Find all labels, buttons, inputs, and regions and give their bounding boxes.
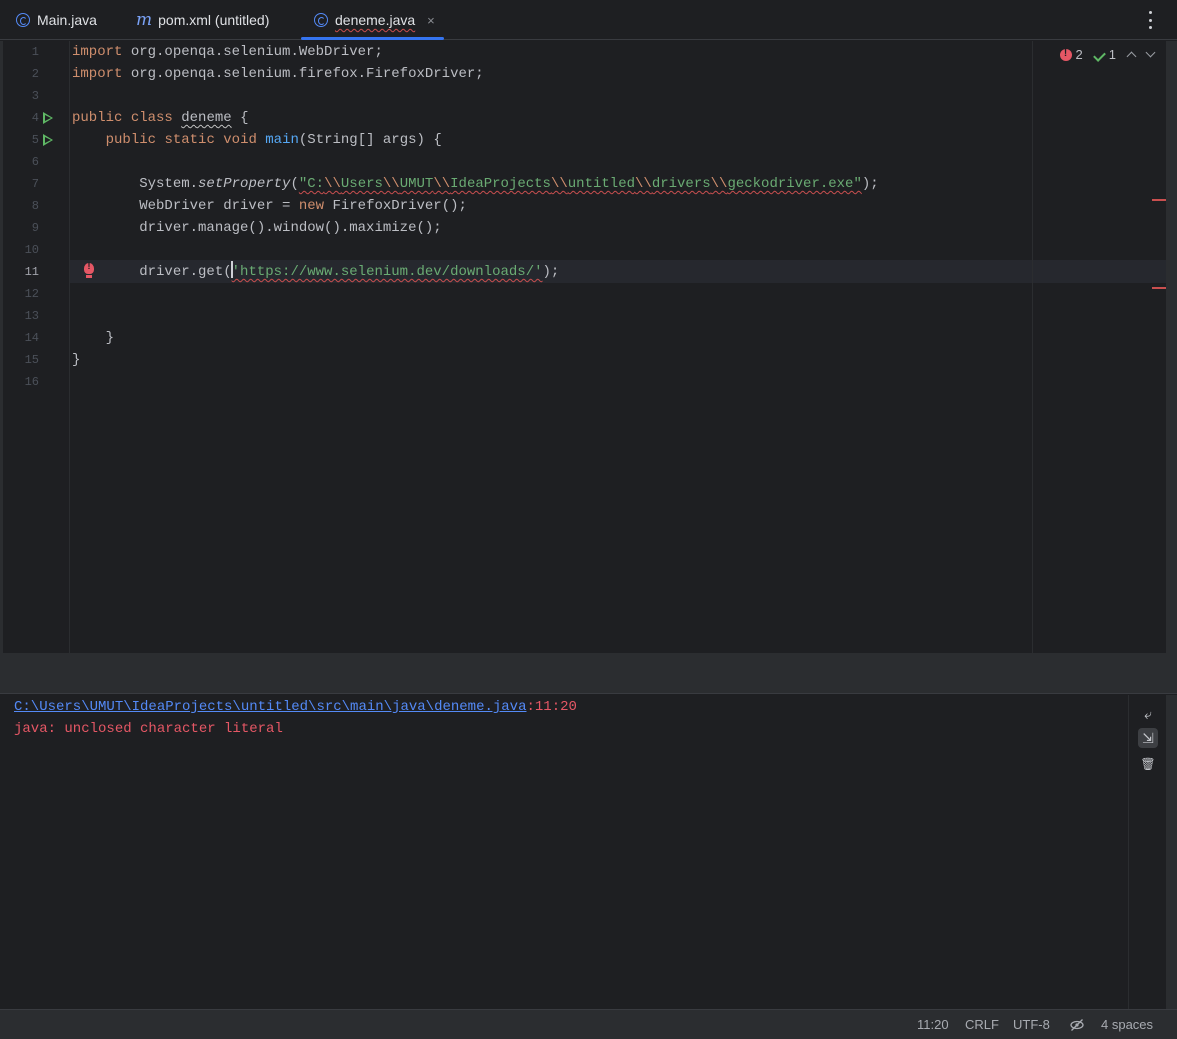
tab-main-java[interactable]: Main.java <box>16 0 97 40</box>
indent-setting[interactable]: 4 spaces <box>1101 1017 1153 1032</box>
output-toolbar: ⤶ ⇲ 🗑 <box>1128 695 1166 1009</box>
output-scrollbar[interactable] <box>1166 695 1177 1009</box>
line-number: 9 <box>31 221 39 235</box>
line-number-current: 11 <box>24 265 39 279</box>
code-content: import org.openqa.selenium.WebDriver; im… <box>72 41 879 368</box>
editor-gutter: 1 2 3 4 5 6 7 8 9 10 11 12 13 14 15 16 <box>0 41 94 653</box>
code-line-2: import org.openqa.selenium.firefox.Firef… <box>72 66 484 82</box>
line-number: 13 <box>24 309 39 323</box>
code-line-5: public static void main(String[] args) { <box>105 132 442 148</box>
scroll-to-end-icon[interactable]: ⇲ <box>1138 728 1158 748</box>
code-editor[interactable]: 1 2 3 4 5 6 7 8 9 10 11 12 13 14 15 16 i… <box>0 41 1166 653</box>
previous-highlight-icon[interactable] <box>1126 51 1137 62</box>
output-line-message: java: unclosed character literal <box>14 718 283 740</box>
editor-vertical-scrollbar[interactable] <box>1166 41 1177 653</box>
line-separator[interactable]: CRLF <box>965 1017 999 1032</box>
line-number: 12 <box>24 287 39 301</box>
inspection-widget[interactable]: 2 1 <box>1059 47 1156 62</box>
weak-warning-count: 1 <box>1108 47 1116 62</box>
tab-label: Main.java <box>37 12 97 28</box>
close-tab-icon[interactable]: × <box>427 13 435 28</box>
more-options-icon[interactable] <box>1149 11 1153 29</box>
code-line-9: driver.manage().window().maximize(); <box>139 220 442 236</box>
right-margin-guide <box>1032 41 1033 653</box>
code-line-4: public class deneme { <box>72 110 249 126</box>
soft-wrap-icon[interactable]: ⤶ <box>1138 704 1158 724</box>
run-class-icon[interactable] <box>43 112 53 124</box>
maven-icon: m <box>136 10 153 30</box>
caret-position[interactable]: 11:20 <box>917 1017 949 1032</box>
code-line-7: System.setProperty("C:\\Users\\UMUT\\Ide… <box>139 176 879 192</box>
error-stripe-marker[interactable] <box>1152 199 1166 201</box>
line-number: 15 <box>24 353 39 367</box>
line-number: 14 <box>24 331 39 345</box>
clear-all-icon[interactable]: 🗑 <box>1138 754 1158 774</box>
line-number: 2 <box>31 67 39 81</box>
line-number: 10 <box>24 243 39 257</box>
tab-label: pom.xml (untitled) <box>158 12 270 28</box>
output-line-path: C:\Users\UMUT\IdeaProjects\untitled\src\… <box>14 696 577 718</box>
code-line-15: } <box>72 352 81 368</box>
java-class-icon <box>16 13 30 27</box>
error-count: 2 <box>1075 47 1083 62</box>
java-class-icon <box>314 13 328 27</box>
line-number: 6 <box>31 155 39 169</box>
weak-warning-check-icon <box>1093 50 1105 60</box>
run-main-icon[interactable] <box>43 134 53 146</box>
build-output-console[interactable]: C:\Users\UMUT\IdeaProjects\untitled\src\… <box>0 695 1128 1009</box>
editor-tab-bar: Main.java m pom.xml (untitled) deneme.ja… <box>0 0 1177 40</box>
error-message: java: unclosed character literal <box>14 721 283 737</box>
code-line-14: } <box>105 330 115 346</box>
file-encoding[interactable]: UTF-8 <box>1013 1017 1050 1032</box>
tool-window-splitter[interactable] <box>0 653 1177 694</box>
line-number: 8 <box>31 199 39 213</box>
tab-label: deneme.java <box>335 12 416 28</box>
code-line-8: WebDriver driver = new FirefoxDriver(); <box>139 198 467 214</box>
error-icon <box>1059 48 1072 61</box>
line-number: 3 <box>31 89 39 103</box>
error-position: :11:20 <box>526 699 577 715</box>
no-edit-readonly-icon[interactable] <box>1070 1018 1084 1032</box>
tab-pom-xml[interactable]: m pom.xml (untitled) <box>136 0 269 40</box>
tab-deneme-java[interactable]: deneme.java × <box>301 0 444 40</box>
line-number: 7 <box>31 177 39 191</box>
code-line-11: driver.get('https://www.selenium.dev/dow… <box>72 261 559 283</box>
code-line-1: import org.openqa.selenium.WebDriver; <box>72 44 383 60</box>
line-number: 16 <box>24 375 39 389</box>
next-highlight-icon[interactable] <box>1145 47 1156 58</box>
line-number: 5 <box>31 133 39 147</box>
error-file-link[interactable]: C:\Users\UMUT\IdeaProjects\untitled\src\… <box>14 699 526 715</box>
status-bar: 11:20 CRLF UTF-8 4 spaces <box>0 1009 1177 1039</box>
error-stripe-marker[interactable] <box>1152 287 1166 289</box>
line-number: 1 <box>31 45 39 59</box>
line-number: 4 <box>31 111 39 125</box>
